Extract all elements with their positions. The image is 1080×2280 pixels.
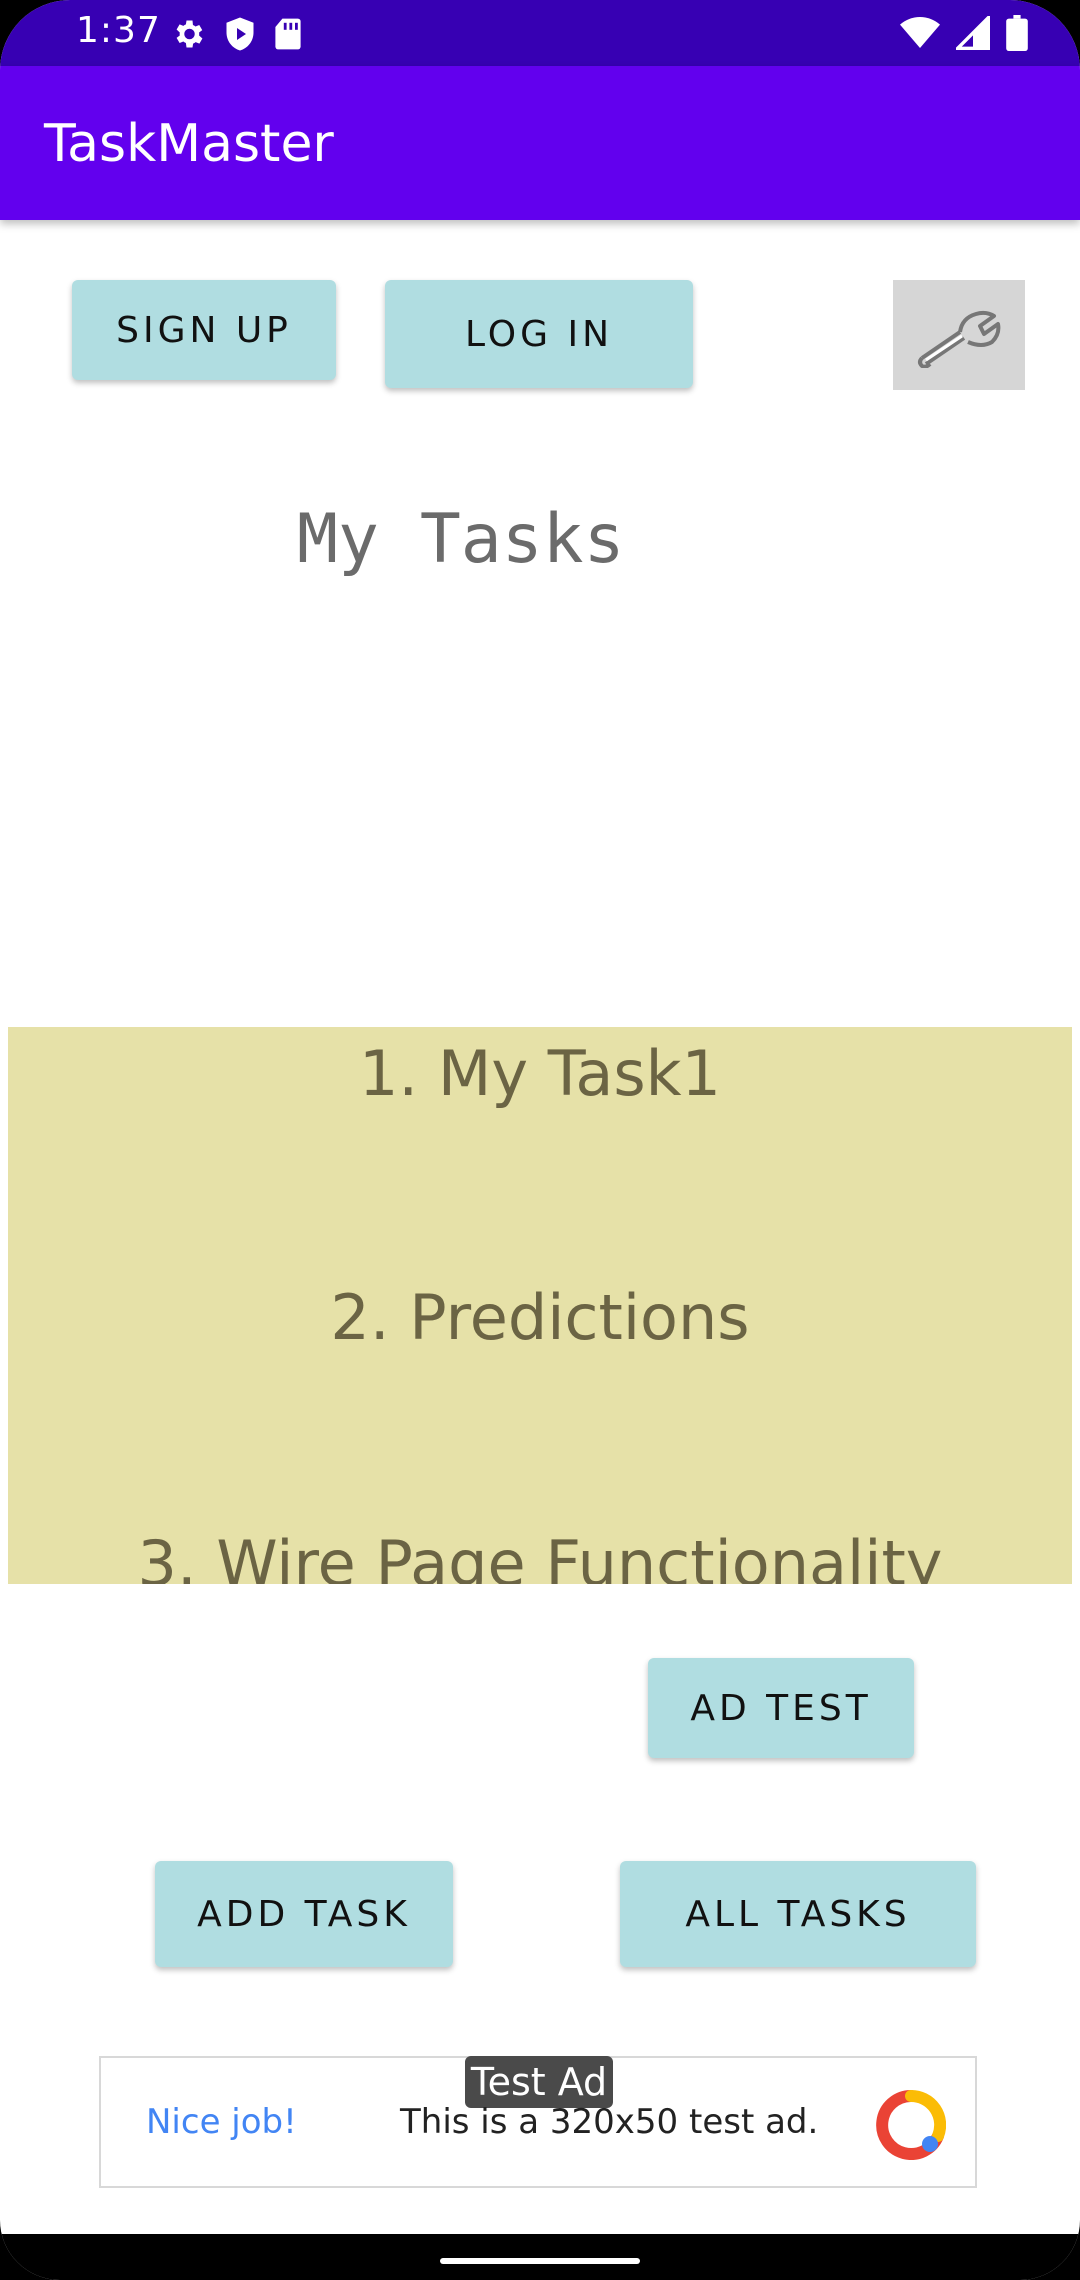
status-icons-left [170,16,302,52]
home-gesture-handle[interactable] [440,2258,640,2264]
settings-button[interactable] [893,280,1025,390]
status-time: 1:37 [76,10,161,51]
app-title: TaskMaster [44,114,334,174]
signal-icon [956,16,990,50]
wrench-icon [918,310,1001,368]
sign-up-button[interactable]: SIGN UP [72,280,336,380]
task-item[interactable]: 1. My Task1 [8,1037,1072,1110]
my-tasks-heading: My Tasks [297,500,625,579]
status-icons-right [900,14,1028,52]
test-ad-badge: Test Ad [465,2056,613,2108]
task-item[interactable]: 3. Wire Page Functionality [8,1527,1072,1584]
wifi-icon [900,17,940,48]
status-bar: 1:37 [0,0,1080,66]
battery-icon [1006,15,1028,51]
ad-headline[interactable]: Nice job! [146,2102,297,2142]
admob-logo-icon[interactable] [876,2090,946,2160]
app-screen: 1:37 TaskMaster SIGN UP LOG IN My Tasks … [0,0,1080,2280]
ad-body-text[interactable]: This is a 320x50 test ad. [400,2102,818,2142]
navigation-bar [0,2234,1080,2280]
app-bar: TaskMaster [0,66,1080,220]
shield-icon [226,17,254,51]
task-item[interactable]: 2. Predictions [8,1281,1072,1354]
sd-card-icon [275,18,301,50]
task-list[interactable]: 1. My Task1 2. Predictions 3. Wire Page … [8,1027,1072,1584]
gear-icon [176,20,203,48]
ad-test-button[interactable]: AD TEST [648,1658,914,1758]
log-in-button[interactable]: LOG IN [385,280,693,388]
add-task-button[interactable]: ADD TASK [155,1861,453,1967]
all-tasks-button[interactable]: ALL TASKS [620,1861,976,1967]
